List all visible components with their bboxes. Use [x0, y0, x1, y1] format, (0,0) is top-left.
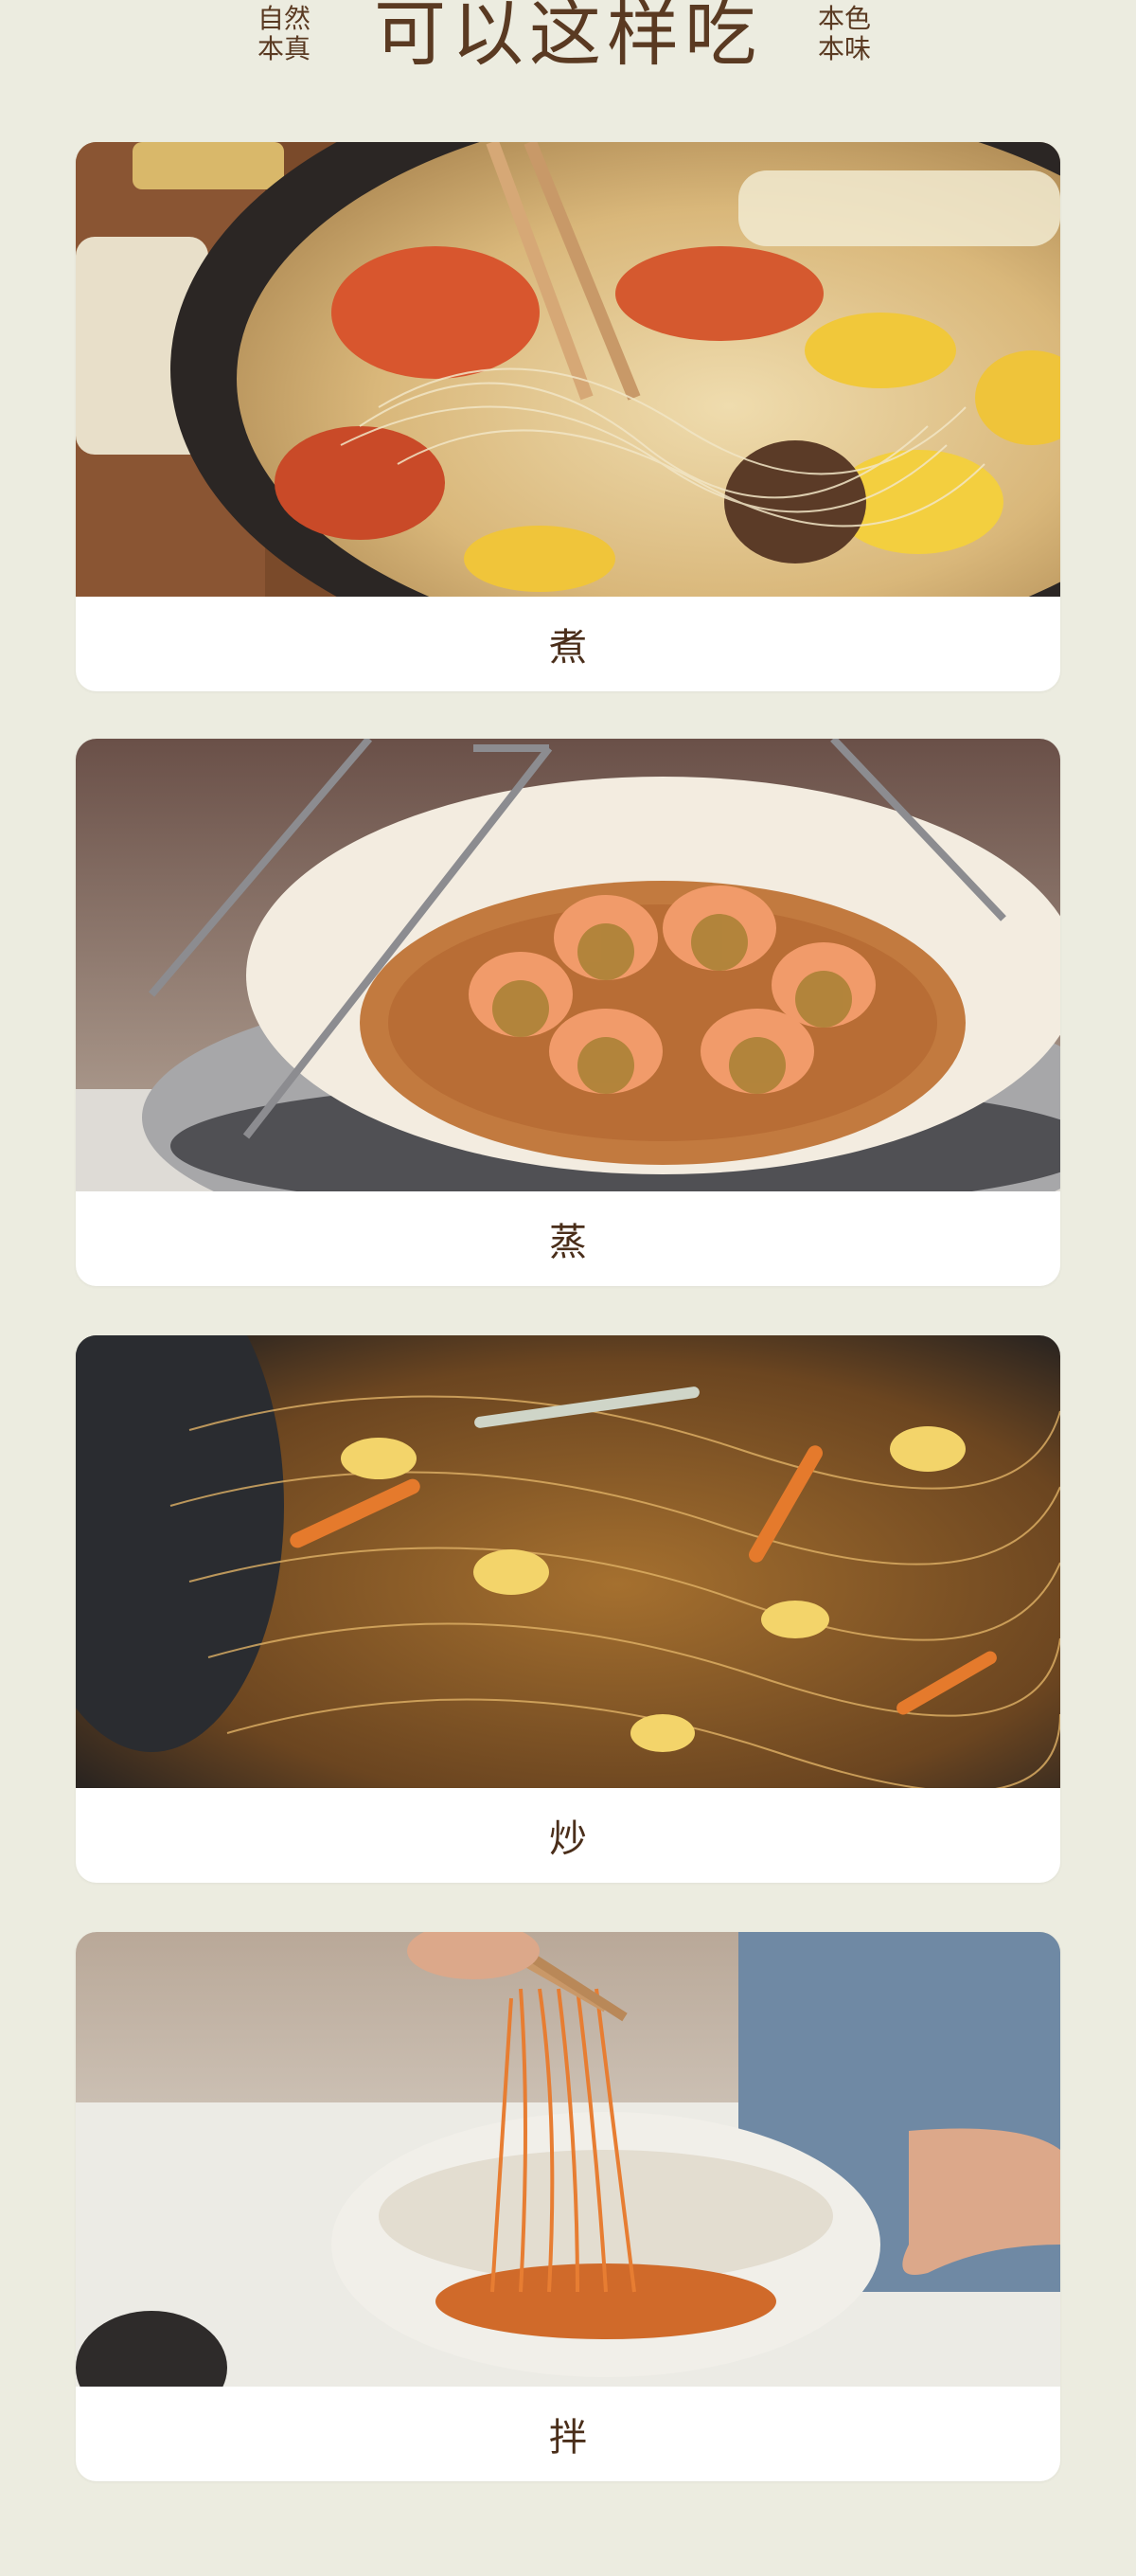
card-caption: 炒	[549, 1817, 587, 1861]
stir-fried-noodles-photo	[76, 1335, 1060, 1788]
hotpot-noodles-photo	[76, 142, 1060, 597]
card-caption: 煮	[549, 626, 587, 670]
page-header: 自然 本真 可以这样吃 本色 本味	[0, 0, 1136, 85]
tagline-right: 本色 本味	[818, 4, 884, 64]
recipe-card-stirfry[interactable]: 炒	[76, 1335, 1060, 1883]
card-caption: 蒸	[549, 1221, 587, 1264]
recipe-card-mix[interactable]: 拌	[76, 1932, 1060, 2481]
page-title: 可以这样吃	[374, 0, 762, 76]
steamed-shrimp-noodles-photo	[76, 739, 1060, 1191]
spicy-mixed-noodles-photo	[76, 1932, 1060, 2387]
tagline-left-line2: 本真	[257, 33, 311, 64]
recipe-card-boil[interactable]: 煮	[76, 142, 1060, 691]
tagline-left-line1: 自然	[257, 3, 311, 34]
tagline-right-line1: 本色	[818, 3, 872, 34]
tagline-right-line2: 本味	[818, 33, 872, 64]
card-caption: 拌	[549, 2416, 587, 2460]
tagline-left: 自然 本真	[257, 4, 324, 64]
recipe-card-steam[interactable]: 蒸	[76, 739, 1060, 1286]
